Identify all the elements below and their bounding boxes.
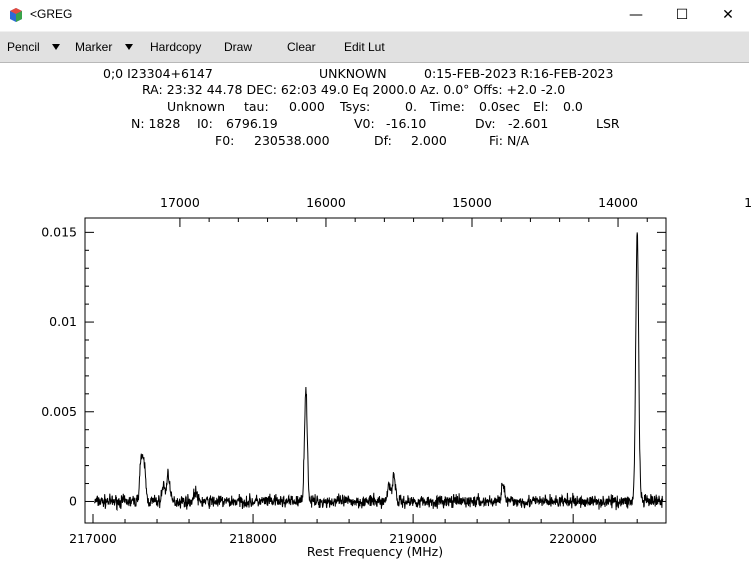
hardcopy-button[interactable]: Hardcopy bbox=[150, 40, 201, 54]
top-tick-label: 14000 bbox=[598, 195, 638, 210]
header-v0-label: V0: bbox=[354, 116, 375, 131]
clear-button[interactable]: Clear bbox=[287, 40, 316, 54]
header-source: 0;0 I23304+6147 bbox=[103, 66, 213, 81]
y-tick-label: 0.01 bbox=[49, 314, 77, 329]
minimize-icon: — bbox=[629, 7, 643, 23]
header-el-value: 0.0 bbox=[563, 99, 583, 114]
x-tick-label: 219000 bbox=[389, 531, 437, 546]
close-icon: ✕ bbox=[722, 7, 734, 23]
header-coordinates: RA: 23:32 44.78 DEC: 62:03 49.0 Eq 2000.… bbox=[142, 82, 566, 97]
draw-button[interactable]: Draw bbox=[224, 40, 252, 54]
header-f0-value: 230538.000 bbox=[254, 133, 330, 148]
y-tick-label: 0 bbox=[69, 493, 77, 508]
header-fi: Fi: N/A bbox=[489, 133, 530, 148]
header-dv-label: Dv: bbox=[475, 116, 496, 131]
header-tsys-label: Tsys: bbox=[340, 99, 371, 114]
header-line-name: UNKNOWN bbox=[319, 66, 387, 81]
close-button[interactable]: ✕ bbox=[705, 0, 751, 30]
top-tick-label: 16000 bbox=[306, 195, 346, 210]
minimize-button[interactable]: — bbox=[613, 0, 659, 30]
pencil-dropdown-icon[interactable] bbox=[52, 44, 60, 50]
header-time-label: Time: bbox=[430, 99, 465, 114]
y-tick-label: 0.015 bbox=[41, 224, 77, 239]
maximize-button[interactable]: ☐ bbox=[659, 0, 705, 30]
maximize-icon: ☐ bbox=[675, 7, 689, 23]
top-tick-label: 17000 bbox=[160, 195, 200, 210]
header-i0-value: 6796.19 bbox=[226, 116, 278, 131]
x-tick-label: 217000 bbox=[69, 531, 117, 546]
spectrum-line bbox=[94, 232, 664, 512]
x-tick-label: 218000 bbox=[229, 531, 277, 546]
header-df-label: Df: bbox=[374, 133, 392, 148]
edit-lut-button[interactable]: Edit Lut bbox=[344, 40, 385, 54]
header-time-value: 0.0sec bbox=[479, 99, 520, 114]
top-tick-label: 15000 bbox=[452, 195, 492, 210]
greg-app-icon bbox=[10, 8, 22, 22]
header-dates: 0:15-FEB-2023 R:16-FEB-2023 bbox=[424, 66, 614, 81]
marker-menu-button[interactable]: Marker bbox=[75, 40, 112, 54]
header-tau-label: tau: bbox=[244, 99, 269, 114]
window-title: <GREG bbox=[30, 7, 73, 21]
header-dv-value: -2.601 bbox=[508, 116, 549, 131]
x-tick-label: 220000 bbox=[549, 531, 597, 546]
header-df-value: 2.000 bbox=[411, 133, 447, 148]
header-tsys-value: 0. bbox=[405, 99, 417, 114]
marker-dropdown-icon[interactable] bbox=[125, 44, 133, 50]
x-axis-label: Rest Frequency (MHz) bbox=[307, 544, 443, 559]
header-v0-value: -16.10 bbox=[386, 116, 427, 131]
y-tick-label: 0.005 bbox=[41, 404, 77, 419]
header-frame: LSR bbox=[596, 116, 620, 131]
toolbar: Pencil Marker Hardcopy Draw Clear Edit L… bbox=[0, 31, 749, 63]
header-i0-label: I0: bbox=[197, 116, 213, 131]
top-tick-label: 13000 bbox=[744, 195, 751, 210]
plot-frame bbox=[84, 217, 667, 524]
header-channels: N: 1828 bbox=[131, 116, 181, 131]
header-f0-label: F0: bbox=[215, 133, 235, 148]
window-titlebar: <GREG — ☐ ✕ bbox=[0, 0, 751, 30]
header-el-label: El: bbox=[533, 99, 549, 114]
header-telescope: Unknown bbox=[167, 99, 226, 114]
header-tau-value: 0.000 bbox=[289, 99, 325, 114]
pencil-menu-button[interactable]: Pencil bbox=[7, 40, 40, 54]
